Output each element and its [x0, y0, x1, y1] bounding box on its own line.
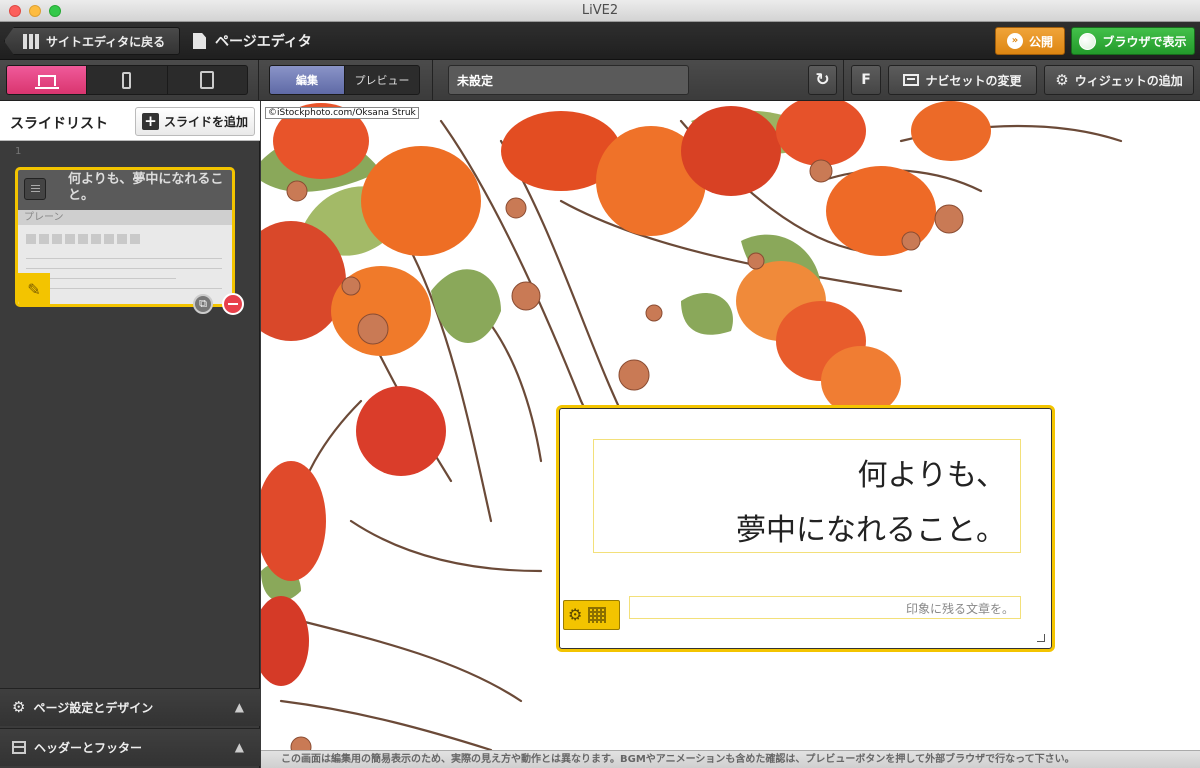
navset-icon [903, 74, 920, 86]
footer-notice: この画面は編集用の簡易表示のため、実際の見え方や動作とは異なります。BGMやアニ… [261, 750, 1200, 768]
text-slide-icon [24, 178, 46, 200]
widget-controls: ⚙ [563, 600, 620, 630]
gear-icon: ⚙ [1055, 70, 1069, 89]
add-widget-button[interactable]: ⚙ ウィジェットの追加 [1044, 65, 1194, 95]
browser-label: ブラウザで表示 [1102, 34, 1187, 49]
delete-slide-icon[interactable] [222, 293, 244, 315]
text-widget[interactable]: 何よりも、 夢中になれること。 印象に残る文章を。 ⚙ [556, 405, 1055, 652]
toolbar-divider [258, 60, 259, 100]
slide-card-title: 何よりも、夢中になれること。 [68, 172, 224, 203]
toolbar-divider [432, 60, 433, 100]
device-switcher [6, 65, 248, 95]
site-editor-icon [23, 33, 39, 49]
tab-edit[interactable]: 編集 [270, 66, 345, 94]
mode-switcher: 編集 プレビュー [269, 65, 420, 95]
globe-icon [1079, 32, 1097, 50]
back-button-label: サイトエディタに戻る [46, 34, 166, 49]
headline-line-2: 夢中になれること。 [736, 513, 1006, 548]
slide-sidebar: スライドリスト + スライドを追加 1 何よりも、夢中になれること。 プレーン … [0, 101, 260, 768]
slide-card-line [26, 268, 222, 269]
gear-icon: ⚙ [12, 698, 26, 716]
widget-settings-gear-icon[interactable]: ⚙ [568, 607, 582, 623]
subtext-box[interactable]: 印象に残る文章を。 [629, 596, 1021, 619]
page-title: ページエディタ [193, 31, 312, 51]
slide-canvas[interactable]: ©iStockphoto.com/Oksana Struk 何よりも、 夢中にな… [261, 101, 1200, 750]
image-credit: ©iStockphoto.com/Oksana Struk [265, 107, 419, 119]
resize-handle-icon[interactable] [1037, 634, 1045, 642]
widget-layout-grid-icon[interactable] [588, 607, 607, 623]
tab-preview[interactable]: プレビュー [345, 66, 419, 94]
slide-list-header: スライドリスト + スライドを追加 [0, 101, 260, 141]
editor-toolbar: 編集 プレビュー 未設定 ↻ F ナビセットの変更 ⚙ ウィジェットの追加 [0, 60, 1200, 101]
slide-card-line [26, 258, 222, 259]
slide-card-type: プレーン [18, 210, 232, 225]
view-in-browser-button[interactable]: ブラウザで表示 [1071, 27, 1195, 55]
laptop-icon [34, 74, 59, 89]
add-slide-button[interactable]: + スライドを追加 [135, 107, 255, 136]
window-titlebar: LiVE2 [0, 0, 1200, 22]
page-title-label: ページエディタ [215, 34, 312, 50]
headline-box[interactable]: 何よりも、 夢中になれること。 [593, 439, 1021, 553]
slide-list-title: スライドリスト [10, 116, 108, 132]
refresh-button[interactable]: ↻ [808, 65, 837, 95]
device-phone-button[interactable] [87, 66, 168, 94]
top-toolbar: サイトエディタに戻る ページエディタ » 公開 ブラウザで表示 [0, 22, 1200, 60]
panel-page-settings[interactable]: ⚙ ページ設定とデザイン ▲ [0, 688, 260, 726]
chevron-up-icon: ▲ [234, 740, 244, 754]
chevron-up-icon: ▲ [234, 700, 244, 714]
publish-button[interactable]: » 公開 [995, 27, 1065, 55]
refresh-icon: ↻ [815, 70, 830, 90]
plus-icon: + [141, 113, 159, 130]
toolbar-divider [843, 60, 844, 100]
slide-number: 1 [15, 146, 22, 157]
slide-card-header: 何よりも、夢中になれること。 [18, 170, 232, 210]
navset-label: ナビセットの変更 [925, 73, 1022, 88]
edit-slide-pencil-icon[interactable]: ✎ [18, 273, 50, 305]
publish-icon: » [1006, 33, 1023, 49]
panel-header-footer-label: ヘッダーとフッター [34, 741, 143, 755]
change-navset-button[interactable]: ナビセットの変更 [888, 65, 1037, 95]
font-button[interactable]: F [851, 65, 881, 95]
headline-text: 何よりも、 夢中になれること。 [736, 448, 1006, 558]
add-slide-label: スライドを追加 [163, 115, 248, 129]
duplicate-slide-icon[interactable]: ⧉ [193, 294, 213, 314]
window-title: LiVE2 [581, 3, 619, 18]
device-tablet-button[interactable] [168, 66, 247, 94]
header-footer-icon [12, 741, 26, 754]
panel-page-settings-label: ページ設定とデザイン [33, 701, 154, 715]
headline-line-1: 何よりも、 [857, 458, 1007, 493]
device-laptop-button[interactable] [7, 66, 88, 94]
publish-label: 公開 [1028, 34, 1053, 49]
widget-label: ウィジェットの追加 [1074, 73, 1183, 88]
back-to-site-editor-button[interactable]: サイトエディタに戻る [4, 27, 180, 55]
tablet-icon [200, 71, 215, 89]
subtext: 印象に残る文章を。 [905, 602, 1014, 616]
slide-card-line [26, 288, 222, 289]
page-name-field[interactable]: 未設定 [448, 65, 689, 95]
panel-header-footer[interactable]: ヘッダーとフッター ▲ [0, 728, 260, 766]
smartphone-icon [122, 71, 132, 89]
slide-card-placeholder [26, 234, 140, 244]
document-icon [193, 33, 206, 49]
